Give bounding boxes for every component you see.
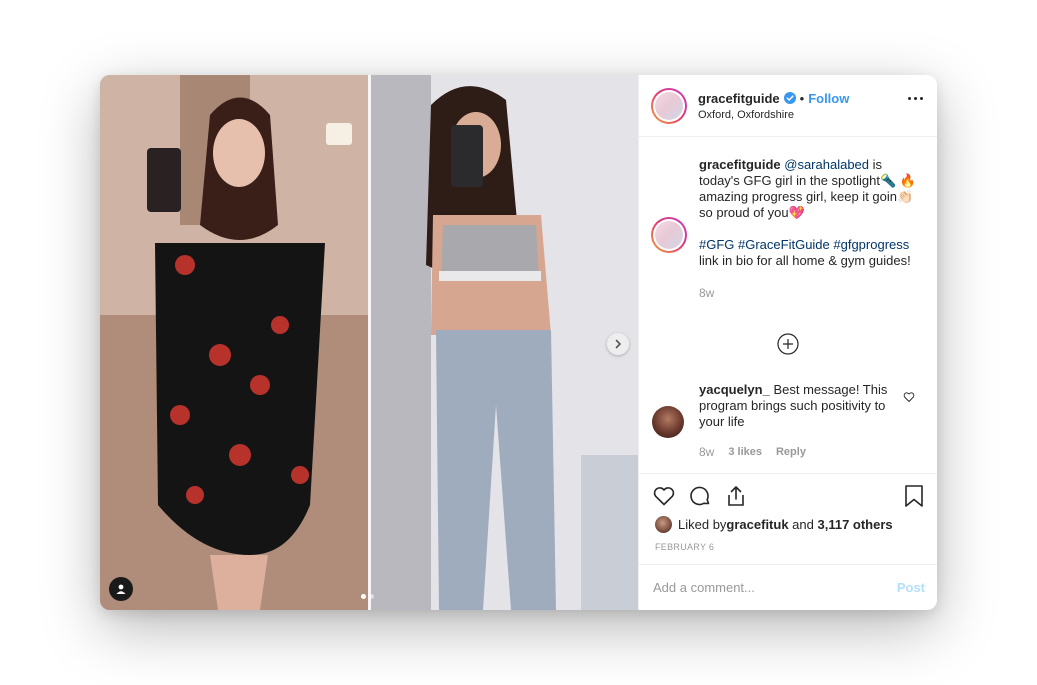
- liked-by-user[interactable]: gracefituk: [726, 517, 788, 532]
- liked-by-prefix: Liked by: [678, 517, 727, 532]
- load-more-comments-icon[interactable]: [777, 333, 799, 355]
- comments-section: gracefitguide @sarahalabed is today's GF…: [639, 137, 937, 473]
- verified-badge-icon: [783, 92, 796, 104]
- post-media-carousel[interactable]: [100, 75, 638, 610]
- caption-timestamp[interactable]: 8w: [699, 285, 921, 301]
- carousel-indicator: [361, 594, 374, 599]
- liked-by-and: and: [788, 517, 818, 532]
- heart-icon[interactable]: [652, 484, 676, 508]
- comment-reply-button[interactable]: Reply: [776, 444, 806, 460]
- liker-avatar: [655, 516, 672, 533]
- liked-by-count[interactable]: 3,117 others: [817, 517, 892, 532]
- user-icon: [116, 584, 126, 594]
- post-location[interactable]: Oxford, Oxfordshire: [698, 109, 849, 121]
- caption-text-4: link in bio for all home & gym guides!: [699, 253, 911, 268]
- post-photo-after: [371, 75, 638, 610]
- post-sidebar: gracefitguide • Follow Oxford, Oxfordshi…: [638, 75, 937, 610]
- likes-summary[interactable]: Liked by gracefituk and 3,117 others: [655, 516, 893, 533]
- post-date[interactable]: FEBRUARY 6: [655, 542, 714, 552]
- follow-button[interactable]: Follow: [808, 91, 849, 106]
- caption-author-avatar[interactable]: [651, 217, 687, 253]
- author-username[interactable]: gracefitguide: [698, 91, 780, 106]
- caption-username[interactable]: gracefitguide: [699, 157, 781, 172]
- carousel-dot: [361, 594, 366, 599]
- tagged-users-button[interactable]: [109, 577, 133, 601]
- caption-mention[interactable]: @sarahalabed: [784, 157, 869, 172]
- post-photo-before: [100, 75, 368, 610]
- comment-item: yacquelyn_ Best message! This program br…: [699, 382, 899, 460]
- more-options-icon[interactable]: [908, 97, 923, 100]
- share-icon[interactable]: [724, 484, 748, 508]
- bookmark-icon[interactable]: [903, 484, 925, 508]
- post-comment-button[interactable]: Post: [897, 580, 925, 595]
- comment-likes[interactable]: 3 likes: [728, 444, 762, 460]
- chevron-right-icon: [615, 339, 622, 349]
- author-avatar[interactable]: [651, 87, 687, 124]
- add-comment-bar: Add a comment... Post: [639, 564, 937, 610]
- post-actions: Liked by gracefituk and 3,117 others FEB…: [639, 473, 937, 610]
- header-bullet: •: [799, 90, 805, 106]
- caption-hashtags[interactable]: #GFG #GraceFitGuide #gfgprogress: [699, 237, 909, 252]
- post-header: gracefitguide • Follow Oxford, Oxfordshi…: [639, 75, 937, 137]
- comment-input[interactable]: Add a comment...: [653, 580, 755, 595]
- commenter-avatar[interactable]: [652, 406, 684, 438]
- commenter-username[interactable]: yacquelyn_: [699, 382, 770, 397]
- comment-timestamp[interactable]: 8w: [699, 444, 714, 460]
- carousel-next-button[interactable]: [607, 333, 629, 355]
- comment-icon[interactable]: [688, 484, 712, 508]
- carousel-dot: [369, 594, 374, 599]
- instagram-post-card: gracefitguide • Follow Oxford, Oxfordshi…: [100, 75, 937, 610]
- comment-like-heart-icon[interactable]: [903, 391, 915, 403]
- post-caption: gracefitguide @sarahalabed is today's GF…: [699, 157, 921, 269]
